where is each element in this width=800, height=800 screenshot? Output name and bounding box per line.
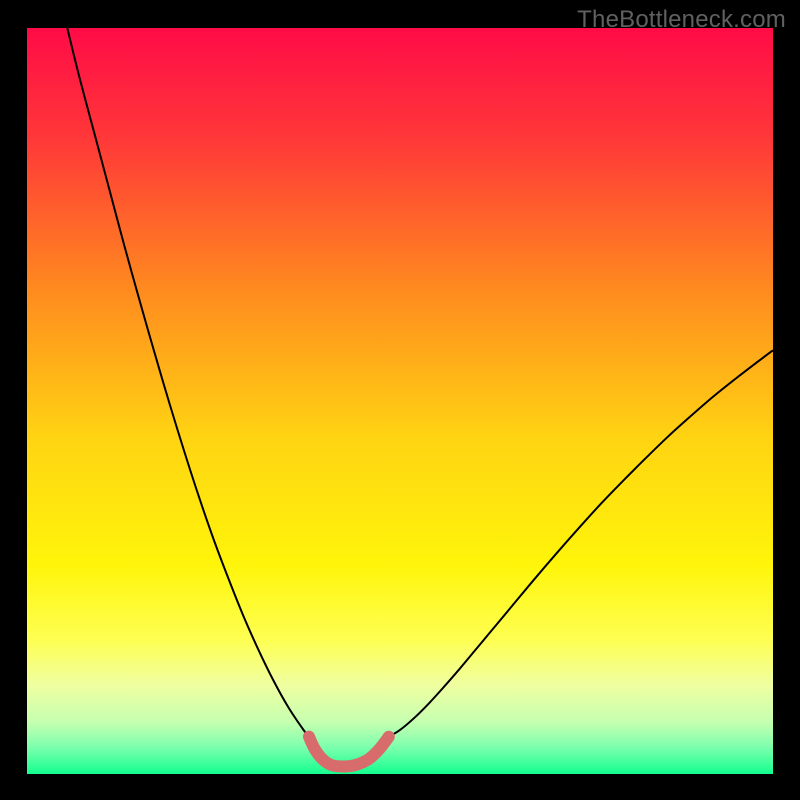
chart-background (27, 28, 773, 774)
chart-svg (27, 28, 773, 774)
chart-stage: TheBottleneck.com (0, 0, 800, 800)
watermark-label: TheBottleneck.com (577, 6, 786, 34)
chart-plot (27, 28, 773, 774)
